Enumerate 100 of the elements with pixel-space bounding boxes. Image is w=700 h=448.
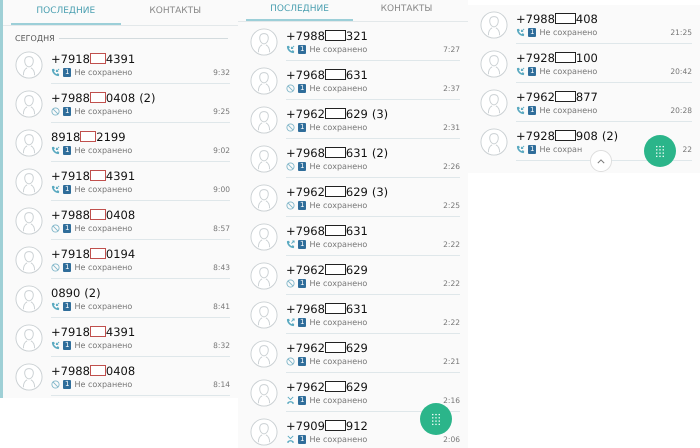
status-text: Не сохранено bbox=[309, 122, 368, 132]
status-text: Не сохранено bbox=[74, 146, 132, 154]
avatar-icon bbox=[15, 206, 43, 234]
call-count: (3) bbox=[372, 106, 388, 120]
phone-number: 631 bbox=[346, 302, 368, 316]
phone-number: +7968 bbox=[286, 68, 325, 82]
avatar-icon bbox=[15, 362, 43, 390]
status-text: Не сохранено bbox=[74, 302, 132, 310]
phone-number: 100 bbox=[576, 50, 598, 64]
status-text: Не сохранено bbox=[309, 200, 368, 210]
avatar-icon bbox=[250, 222, 278, 250]
phone-number: +7968 bbox=[286, 302, 325, 316]
status-text: Не сохранено bbox=[74, 340, 132, 350]
status-text: Не сохран bbox=[539, 144, 582, 154]
phone-number: 629 bbox=[346, 380, 368, 394]
avatar-icon bbox=[480, 50, 508, 78]
phone-number: 631 bbox=[346, 146, 368, 160]
dialpad-button[interactable] bbox=[420, 403, 452, 435]
phone-number: 629 bbox=[346, 262, 368, 276]
phone-number: 631 bbox=[346, 224, 368, 238]
phone-number: +7928 bbox=[516, 50, 555, 64]
status-text: Не сохранено bbox=[74, 380, 132, 388]
avatar-icon bbox=[250, 144, 278, 172]
status-text: Не сохранено bbox=[74, 68, 132, 76]
call-count: (2) bbox=[602, 128, 618, 142]
status-text: Не сохранено bbox=[74, 184, 132, 194]
phone-number: 877 bbox=[576, 90, 598, 104]
avatar-icon bbox=[250, 28, 278, 56]
scroll-up-button[interactable] bbox=[590, 150, 612, 172]
tab[interactable]: КОНТАКТЫ bbox=[353, 0, 460, 21]
phone-number: 629 bbox=[346, 184, 368, 198]
phone-number: 629 bbox=[346, 106, 368, 120]
avatar-icon bbox=[250, 340, 278, 368]
avatar-icon bbox=[15, 168, 43, 196]
avatar-icon bbox=[250, 378, 278, 406]
status-text: Не сохранено bbox=[539, 66, 598, 76]
caret-icon bbox=[597, 158, 605, 164]
status-text: Не сохранено bbox=[74, 262, 132, 272]
phone-number: +7962 bbox=[516, 90, 555, 104]
status-text: Не сохранено bbox=[74, 106, 132, 116]
status-text: Не сохранено bbox=[539, 28, 598, 36]
avatar-icon bbox=[15, 324, 43, 352]
section-header: СЕГОДНЯ bbox=[15, 34, 55, 43]
avatar-icon bbox=[15, 90, 43, 118]
tab[interactable]: ПОСЛЕДНИЕ bbox=[246, 0, 353, 21]
phone-number: 4391 bbox=[106, 52, 136, 66]
avatar-icon bbox=[250, 262, 278, 290]
status-text: Не сохранено bbox=[309, 318, 368, 326]
status-text: Не сохранено bbox=[539, 106, 598, 114]
phone-number: 908 bbox=[576, 128, 598, 142]
status-text: Не сохранено bbox=[309, 396, 368, 404]
phone-number: +7962 bbox=[286, 106, 325, 120]
phone-number: 629 bbox=[346, 340, 368, 354]
phone-number: +7962 bbox=[286, 340, 325, 354]
phone-number: 631 bbox=[346, 68, 368, 82]
avatar-icon bbox=[250, 184, 278, 212]
phone-number: 0408 bbox=[106, 208, 136, 222]
dialpad-button[interactable] bbox=[644, 135, 676, 167]
phone-number: +7909 bbox=[286, 418, 325, 432]
avatar-icon bbox=[480, 88, 508, 116]
call-count: (2) bbox=[84, 286, 101, 300]
phone-number: +7918 bbox=[51, 246, 90, 260]
phone-number: 0890 bbox=[51, 286, 80, 300]
tab[interactable]: КОНТАКТЫ bbox=[120, 0, 230, 25]
phone-number: 0408 bbox=[106, 90, 136, 104]
avatar-icon bbox=[480, 128, 508, 156]
phone-number: 2199 bbox=[96, 130, 126, 144]
dialpad-icon bbox=[431, 412, 441, 426]
phone-number: +7962 bbox=[286, 184, 325, 198]
phone-number: 321 bbox=[346, 28, 368, 42]
dialpad-icon bbox=[655, 144, 665, 158]
phone-number: 912 bbox=[346, 418, 368, 432]
phone-number: 4391 bbox=[106, 324, 136, 338]
phone-number: 4391 bbox=[106, 168, 136, 182]
status-text: Не сохранено bbox=[74, 224, 132, 232]
avatar-icon bbox=[250, 418, 278, 446]
phone-number: +7988 bbox=[51, 364, 90, 378]
status-text: Не сохранено bbox=[309, 434, 368, 444]
status-text: Не сохранено bbox=[309, 84, 368, 92]
phone-number: +7918 bbox=[51, 168, 90, 182]
status-text: Не сохранено bbox=[309, 356, 368, 366]
phone-number: +7962 bbox=[286, 262, 325, 276]
phone-number: 8918 bbox=[51, 130, 80, 144]
phone-number: +7988 bbox=[516, 12, 555, 26]
phone-number: +7988 bbox=[286, 28, 325, 42]
avatar-icon bbox=[15, 284, 43, 312]
phone-number: +7928 bbox=[516, 128, 555, 142]
phone-number: +7918 bbox=[51, 324, 90, 338]
avatar-icon bbox=[15, 128, 43, 156]
status-text: Не сохранено bbox=[309, 44, 368, 54]
call-count: (3) bbox=[372, 184, 388, 198]
phone-number: +7988 bbox=[51, 90, 90, 104]
phone-number: +7968 bbox=[286, 146, 325, 160]
avatar-icon bbox=[15, 50, 43, 78]
status-text: Не сохранено bbox=[309, 162, 368, 170]
phone-number: +7968 bbox=[286, 224, 325, 238]
status-text: Не сохранено bbox=[309, 278, 368, 288]
avatar-icon bbox=[250, 106, 278, 134]
call-count: (2) bbox=[139, 90, 156, 104]
tab[interactable]: ПОСЛЕДНИЕ bbox=[11, 0, 120, 25]
